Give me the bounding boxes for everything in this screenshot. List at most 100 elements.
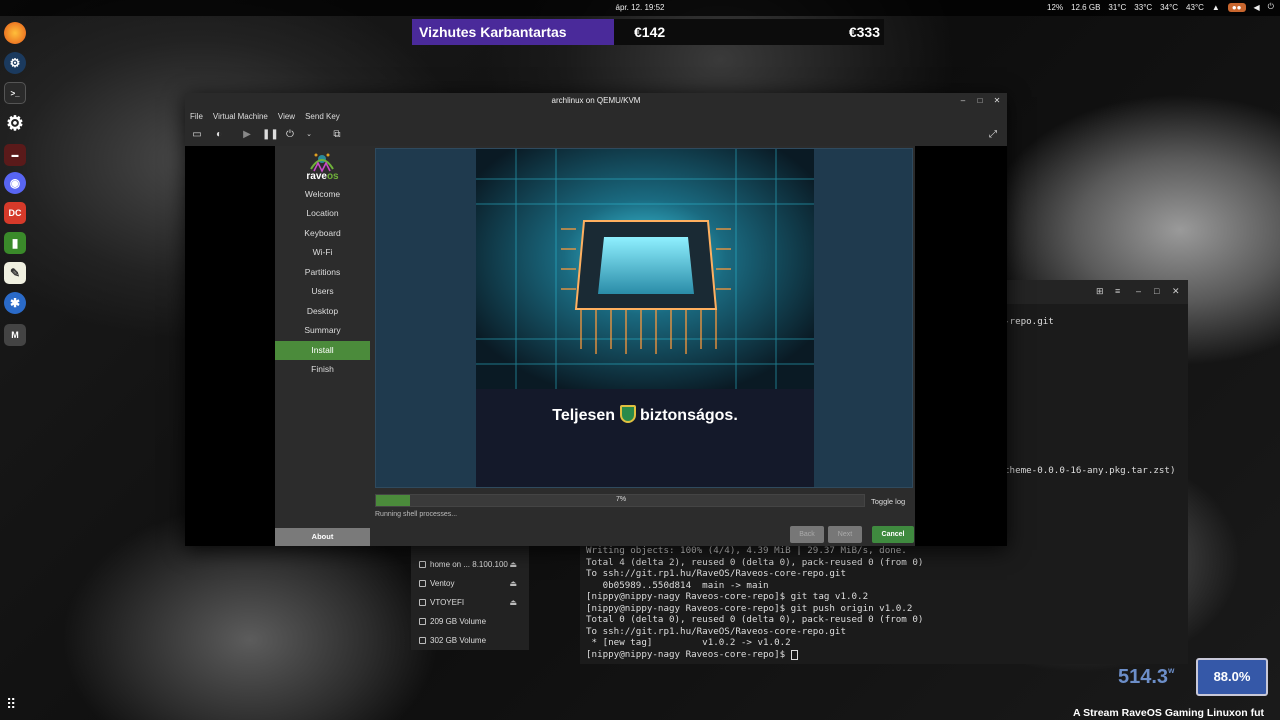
- firefox-icon[interactable]: [4, 22, 26, 44]
- sidebar-item-label: VTOYEFI: [430, 597, 465, 607]
- menu-view[interactable]: View: [278, 112, 295, 121]
- about-button[interactable]: About: [275, 528, 370, 546]
- sidebar-item-ventoy[interactable]: Ventoy ⏏: [419, 574, 527, 592]
- close-icon[interactable]: ✕: [991, 95, 1003, 107]
- slide-caption-start: Teljesen: [552, 407, 616, 424]
- steam-icon[interactable]: ⚙: [4, 52, 26, 74]
- menu-file[interactable]: File: [190, 112, 203, 121]
- step-welcome: Welcome: [304, 189, 341, 199]
- console-icon[interactable]: ▭: [190, 128, 204, 142]
- logo-text-suffix: os: [326, 171, 339, 182]
- chevron-down-icon[interactable]: ⌄: [302, 128, 316, 142]
- new-tab-icon[interactable]: ⊞: [1096, 286, 1104, 297]
- raveos-icon[interactable]: M: [4, 324, 26, 346]
- install-status-text: Running shell processes...: [375, 511, 458, 518]
- cpu-usage[interactable]: 12%: [1047, 3, 1063, 12]
- slideshow-slide: Teljesen biztonságos.: [476, 149, 814, 487]
- minimize-icon[interactable]: –: [1136, 286, 1141, 296]
- sidebar-item-label: Ventoy: [430, 578, 455, 588]
- app-icon[interactable]: DC: [4, 202, 26, 224]
- dock: ⚙ >_ ⚙ ▬ ◉ DC ▮ ✎ ✱ M: [0, 16, 30, 720]
- back-button[interactable]: Back: [790, 526, 824, 543]
- step-finish: Finish: [311, 364, 334, 374]
- slide-caption-end: biztonságos.: [639, 407, 738, 424]
- details-icon[interactable]: ◐: [212, 128, 226, 142]
- toggle-log-button[interactable]: Toggle log: [871, 497, 905, 506]
- menu-icon[interactable]: ≡: [1115, 286, 1120, 296]
- minimize-icon[interactable]: –: [957, 95, 969, 107]
- snapshot-icon[interactable]: ⧉: [330, 128, 344, 142]
- step-desktop: Desktop: [306, 306, 339, 316]
- sidebar-item-home[interactable]: home on ... 8.100.100 ⏏: [419, 555, 527, 573]
- vm-window[interactable]: archlinux on QEMU/KVM – □ ✕ File Virtual…: [185, 93, 1007, 546]
- temp-2[interactable]: 33°C: [1134, 3, 1152, 12]
- eject-icon[interactable]: ⏏: [509, 598, 517, 607]
- vm-menubar: File Virtual Machine View Send Key: [185, 109, 1007, 124]
- temp-4[interactable]: 43°C: [1186, 3, 1204, 12]
- install-progress-bar: 7%: [375, 494, 865, 507]
- vm-titlebar[interactable]: archlinux on QEMU/KVM – □ ✕: [185, 93, 1007, 109]
- volume-icon[interactable]: ◀: [1254, 3, 1260, 12]
- sidebar-item-volume-302[interactable]: 302 GB Volume: [419, 631, 527, 649]
- terminal-line: Total 0 (delta 0), reused 0 (delta 0), p…: [586, 614, 924, 625]
- app-grid-icon[interactable]: ⠿: [6, 696, 22, 712]
- eject-icon[interactable]: ⏏: [509, 560, 517, 569]
- terminal-line: [nippy@nippy-nagy Raveos-core-repo]$ git…: [586, 591, 869, 602]
- overlay-price-2: €333: [848, 24, 880, 40]
- sidebar-item-label: 302 GB Volume: [430, 635, 487, 645]
- terminal-line: To ssh://git.rp1.hu/RaveOS/Raveos-core-r…: [586, 568, 846, 579]
- editor-icon[interactable]: ✎: [4, 262, 26, 284]
- menu-virtual-machine[interactable]: Virtual Machine: [213, 112, 268, 121]
- step-keyboard: Keyboard: [304, 228, 341, 238]
- menu-send-key[interactable]: Send Key: [305, 112, 340, 121]
- maximize-icon[interactable]: □: [1154, 286, 1159, 296]
- eject-icon[interactable]: ⏏: [509, 579, 517, 588]
- sidebar-item-volume-209[interactable]: 209 GB Volume: [419, 612, 527, 630]
- next-button[interactable]: Next: [828, 526, 862, 543]
- sidebar-item-vtoyefi[interactable]: VTOYEFI ⏏: [419, 593, 527, 611]
- temp-3[interactable]: 34°C: [1160, 3, 1178, 12]
- settings-icon[interactable]: ⚙: [4, 112, 26, 135]
- percent-badge: 88.0%: [1196, 658, 1268, 696]
- drive-icon: [419, 636, 426, 644]
- discord-icon[interactable]: ◉: [4, 172, 26, 194]
- run-icon[interactable]: ▶: [240, 128, 254, 142]
- terminal-prompt[interactable]: [nippy@nippy-nagy Raveos-core-repo]$: [586, 649, 798, 660]
- indicator-icon[interactable]: ●●: [1227, 2, 1246, 12]
- vm-title: archlinux on QEMU/KVM: [551, 96, 641, 105]
- power-draw-unit: w: [1168, 666, 1175, 675]
- network-icon[interactable]: ▲: [1212, 3, 1220, 12]
- top-bar: ápr. 12. 19:52 12% 12.6 GB 31°C 33°C 34°…: [0, 0, 1280, 16]
- system-tray: 12% 12.6 GB 31°C 33°C 34°C 43°C ▲ ●● ◀ ⏻: [1047, 2, 1274, 12]
- close-icon[interactable]: ✕: [1172, 286, 1180, 297]
- power-icon[interactable]: ⏻: [1268, 2, 1274, 12]
- pause-icon[interactable]: ❚❚: [262, 128, 279, 142]
- temp-1[interactable]: 31°C: [1108, 3, 1126, 12]
- cancel-button[interactable]: Cancel: [872, 526, 914, 543]
- game-icon[interactable]: ▬: [4, 144, 26, 166]
- terminal-partial-line: cheme-0.0.0-16-any.pkg.tar.zst): [1004, 465, 1176, 476]
- file-manager-sidebar: home on ... 8.100.100 ⏏ Ventoy ⏏ VTOYEFI ⏏ …: [411, 546, 529, 650]
- terminal-line: 0b05989..550d814 main -> main: [586, 580, 769, 591]
- memory-usage[interactable]: 12.6 GB: [1071, 3, 1100, 12]
- overlay-price-1: €142: [634, 24, 666, 40]
- stream-overlay-bar: Vizhutes Karbantartas €142 €333: [412, 19, 884, 45]
- terminal-partial-line: -repo.git: [1004, 316, 1054, 327]
- step-location: Location: [306, 208, 339, 218]
- desktop: ápr. 12. 19:52 12% 12.6 GB 31°C 33°C 34°…: [0, 0, 1280, 720]
- terminal-cursor: [790, 649, 798, 660]
- maximize-icon[interactable]: □: [974, 95, 986, 107]
- drive-icon: [419, 560, 426, 568]
- step-wifi: Wi-Fi: [312, 247, 333, 257]
- power-icon[interactable]: ⏻: [283, 128, 297, 142]
- terminal-icon[interactable]: >_: [4, 82, 26, 104]
- slideshow-frame: Teljesen biztonságos.: [375, 148, 913, 488]
- power-draw-value: 514.3: [1118, 666, 1169, 688]
- logo-text-prefix: rave: [306, 171, 327, 182]
- notes-icon[interactable]: ▮: [4, 232, 26, 254]
- bug-icon[interactable]: ✱: [4, 292, 26, 314]
- fullscreen-icon[interactable]: ⤢: [986, 128, 1000, 142]
- sidebar-item-label: 209 GB Volume: [430, 616, 487, 626]
- chip-illustration: [476, 149, 814, 389]
- shield-icon: [619, 405, 636, 423]
